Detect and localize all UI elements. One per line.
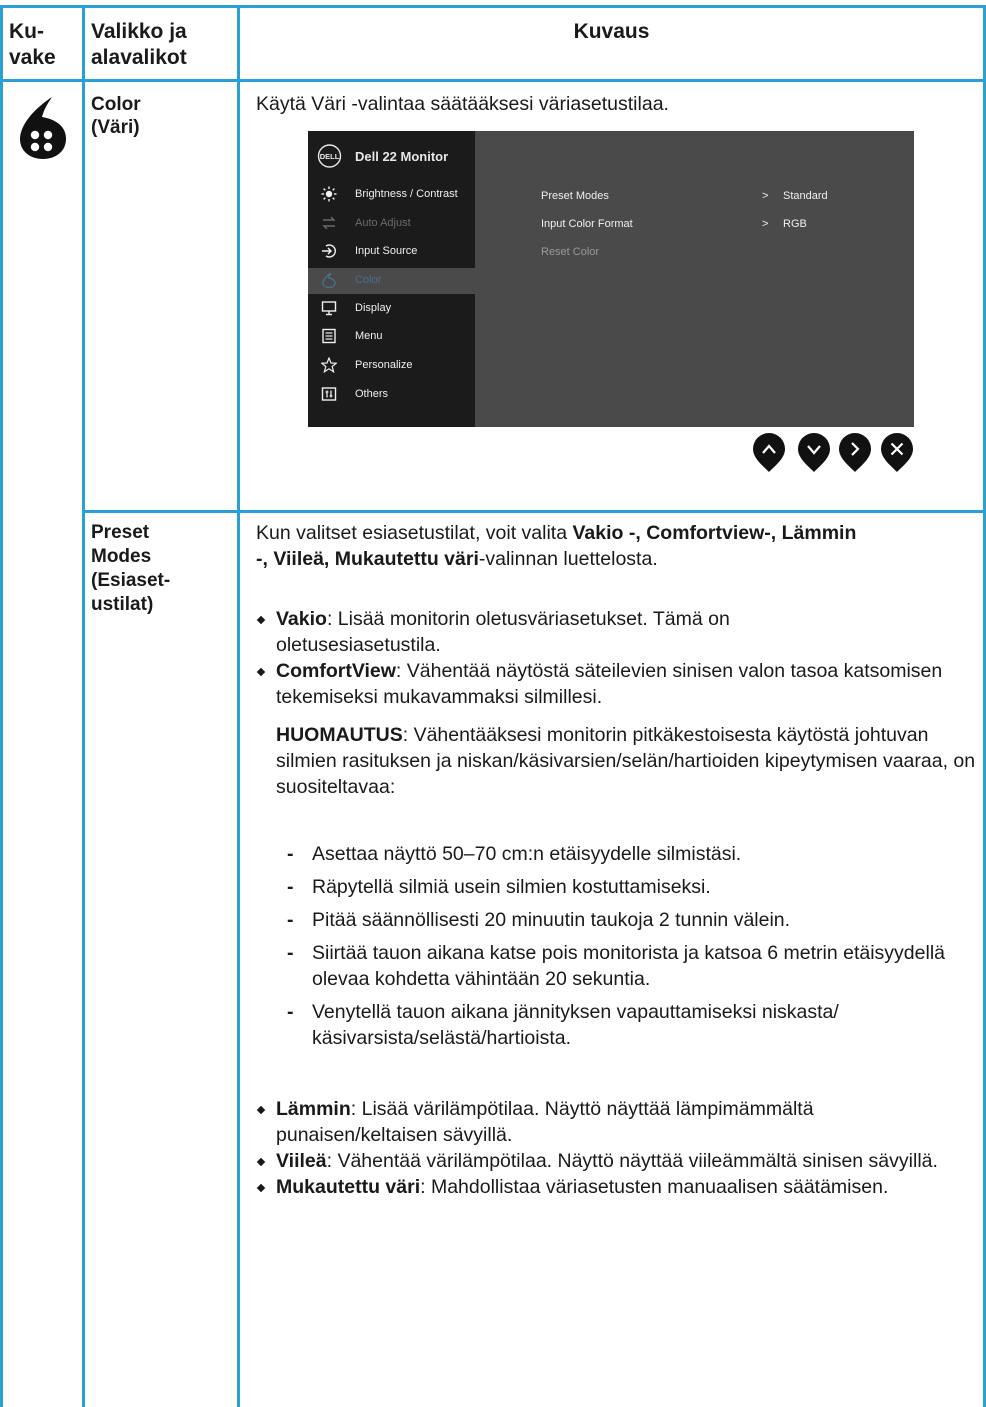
list-item: Pitää säännöllisesti 20 minuutin taukoja… (287, 907, 967, 933)
osd-item-label: Menu (355, 330, 383, 342)
up-icon[interactable] (752, 433, 786, 473)
osd-submenu-arrow: > (762, 218, 769, 230)
osd-menu-panel: DELL Dell 22 Monitor Brightness / Contra… (308, 131, 475, 427)
osd-item-personalize[interactable]: Personalize (308, 353, 475, 379)
brightness-icon (321, 186, 337, 202)
list-item: Asettaa näyttö 50–70 cm:n etäisyydelle s… (287, 841, 967, 867)
color-description: Käytä Väri -valintaa säätääksesi väriase… (256, 93, 669, 115)
preset-bullet-list-a: Vakio: Lisää monitorin oletusväriasetuks… (256, 606, 956, 710)
osd-submenu-preset-modes[interactable]: Preset Modes (541, 190, 609, 202)
header-description-col: Kuvaus (573, 20, 650, 43)
list-item: Räpytellä silmiä usein silmien kostuttam… (287, 874, 967, 900)
osd-item-label: Personalize (355, 359, 413, 371)
osd-item-color[interactable]: Color (308, 268, 475, 294)
header-bottom-border (0, 79, 986, 82)
osd-screenshot: DELL Dell 22 Monitor Brightness / Contra… (308, 131, 914, 427)
preset-intro: Kun valitset esiasetustilat, voit valita… (256, 522, 857, 570)
col1-border (82, 5, 85, 1407)
input-source-icon (322, 244, 336, 258)
osd-submenu-value: RGB (783, 218, 807, 230)
osd-item-label: Others (355, 388, 389, 400)
right-icon[interactable] (838, 433, 872, 473)
osd-item-input-source[interactable]: Input Source (308, 239, 475, 265)
color-drop-icon (20, 97, 66, 159)
list-item: Siirtää tauon aikana katse pois monitori… (287, 940, 967, 992)
list-item: Lämmin: Lisää värilämpötilaa. Näyttö näy… (256, 1096, 966, 1148)
header-menu-col: Valikko ja alavalikot (91, 20, 187, 69)
osd-item-label: Brightness / Contrast (355, 188, 458, 200)
table-left-border (0, 5, 3, 1407)
svg-text:DELL: DELL (320, 152, 340, 161)
display-icon (321, 301, 337, 316)
osd-submenu-input-color-format[interactable]: Input Color Format (541, 218, 633, 230)
osd-item-label: Color (355, 274, 382, 286)
osd-item-label: Input Source (355, 245, 418, 257)
col2-border (237, 5, 240, 1407)
osd-item-others[interactable]: Others (308, 382, 475, 408)
osd-submenu-value: Standard (783, 190, 828, 202)
list-item: Venytellä tauon aikana jännityksen vapau… (287, 999, 962, 1051)
osd-submenu-reset-color[interactable]: Reset Color (541, 246, 599, 258)
close-icon[interactable] (880, 433, 914, 473)
list-item: Vakio: Lisää monitorin oletusväriasetuks… (256, 606, 836, 658)
down-icon[interactable] (797, 433, 831, 473)
list-item: Mukautettu väri: Mahdollistaa väriasetus… (256, 1174, 916, 1200)
preset-note: HUOMAUTUS: Vähentääksesi monitorin pitkä… (276, 724, 976, 798)
row-divider (84, 510, 986, 513)
osd-item-auto-adjust: Auto Adjust (308, 211, 475, 237)
header-icon-col: Ku- vake (9, 20, 56, 69)
menu-icon (322, 328, 336, 344)
menu-label-color: Color (Väri) (91, 94, 141, 138)
recommendation-list: Asettaa näyttö 50–70 cm:n etäisyydelle s… (287, 841, 967, 1058)
table-top-border (0, 5, 986, 8)
osd-submenu-arrow: > (762, 190, 769, 202)
list-item: ComfortView: Vähentää näytöstä säteilevi… (256, 658, 956, 710)
dell-logo-icon: DELL (317, 144, 342, 168)
menu-label-preset-modes: Preset Modes (Esiaset- ustilat) (91, 522, 171, 615)
color-drop-icon (322, 272, 336, 288)
star-icon (321, 357, 337, 373)
osd-item-brightness[interactable]: Brightness / Contrast (308, 182, 475, 208)
osd-item-display[interactable]: Display (308, 296, 475, 322)
auto-adjust-icon (322, 216, 336, 230)
osd-item-menu[interactable]: Menu (308, 324, 475, 350)
osd-item-label: Display (355, 302, 392, 314)
list-item: Viileä: Vähentää värilämpötilaa. Näyttö … (256, 1148, 980, 1174)
osd-item-label: Auto Adjust (355, 217, 411, 229)
preset-bullet-list-b: Lämmin: Lisää värilämpötilaa. Näyttö näy… (256, 1096, 980, 1200)
others-icon (321, 387, 337, 401)
osd-title: Dell 22 Monitor (355, 149, 449, 164)
